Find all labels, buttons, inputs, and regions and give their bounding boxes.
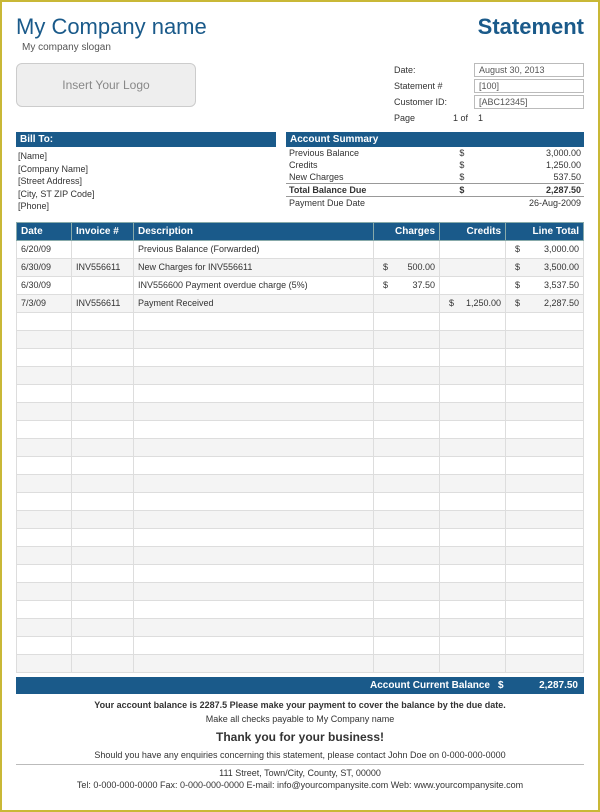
company-slogan: My company slogan: [22, 42, 207, 53]
col-credits: Credits: [440, 222, 506, 240]
balance-currency: $: [498, 680, 510, 691]
table-row-empty: [17, 384, 584, 402]
col-date: Date: [17, 222, 72, 240]
table-row-empty: [17, 312, 584, 330]
meta-date-label: Date:: [394, 65, 474, 75]
table-row-empty: [17, 420, 584, 438]
acct-total-row: Total Balance Due$2,287.50: [286, 184, 584, 197]
footer-bold-note: Your account balance is 2287.5 Please ma…: [16, 700, 584, 710]
table-row-empty: [17, 474, 584, 492]
table-row: 7/3/09INV556611Payment Received$1,250.00…: [17, 294, 584, 312]
meta-stmt-label: Statement #: [394, 81, 474, 91]
footer-address: 111 Street, Town/City, County, ST, 00000: [16, 764, 584, 778]
table-row-empty: [17, 438, 584, 456]
table-row-empty: [17, 636, 584, 654]
table-row-empty: [17, 582, 584, 600]
logo-placeholder[interactable]: Insert Your Logo: [16, 63, 196, 107]
balance-bar: Account Current Balance $ 2,287.50: [16, 677, 584, 694]
footer-contacts: Tel: 0-000-000-0000 Fax: 0-000-000-0000 …: [16, 780, 584, 790]
col-invoice: Invoice #: [72, 222, 134, 240]
table-row-empty: [17, 348, 584, 366]
billto-line: [Phone]: [18, 200, 274, 213]
balance-label: Account Current Balance: [370, 680, 490, 691]
meta-cust-value[interactable]: [ABC12345]: [474, 95, 584, 109]
table-row-empty: [17, 618, 584, 636]
meta-page-label: Page 1 of: [394, 113, 474, 123]
footer-enquiries: Should you have any enquiries concerning…: [16, 750, 584, 760]
table-row-empty: [17, 330, 584, 348]
company-name: My Company name: [16, 14, 207, 40]
footer-pay-to: Make all checks payable to My Company na…: [16, 714, 584, 724]
billto-line: [Name]: [18, 150, 274, 163]
table-row-empty: [17, 456, 584, 474]
table-row: 6/30/09INV556600 Payment overdue charge …: [17, 276, 584, 294]
col-linetotal: Line Total: [506, 222, 584, 240]
balance-value: 2,287.50: [518, 680, 578, 691]
billto-line: [Street Address]: [18, 175, 274, 188]
transactions-table: Date Invoice # Description Charges Credi…: [16, 222, 584, 673]
document-title: Statement: [394, 14, 584, 40]
account-summary-header: Account Summary: [286, 132, 584, 147]
acct-row: New Charges$537.50: [286, 171, 584, 184]
billto-line: [City, ST ZIP Code]: [18, 188, 274, 201]
meta-page-total: 1: [474, 113, 483, 123]
meta-date-value[interactable]: August 30, 2013: [474, 63, 584, 77]
table-row-empty: [17, 510, 584, 528]
table-row-empty: [17, 492, 584, 510]
table-row-empty: [17, 366, 584, 384]
billto-line: [Company Name]: [18, 163, 274, 176]
table-row-empty: [17, 528, 584, 546]
meta-stmt-value[interactable]: [100]: [474, 79, 584, 93]
footer-thanks: Thank you for your business!: [16, 730, 584, 744]
table-row-empty: [17, 600, 584, 618]
table-row: 6/20/09Previous Balance (Forwarded)$3,00…: [17, 240, 584, 258]
col-charges: Charges: [374, 222, 440, 240]
meta-cust-label: Customer ID:: [394, 97, 474, 107]
table-row-empty: [17, 546, 584, 564]
acct-due-row: Payment Due Date26-Aug-2009: [286, 197, 584, 210]
billto-body: [Name] [Company Name] [Street Address] […: [16, 147, 276, 216]
table-row-empty: [17, 402, 584, 420]
table-row-empty: [17, 564, 584, 582]
table-row-empty: [17, 654, 584, 672]
acct-row: Previous Balance$3,000.00: [286, 147, 584, 159]
table-row: 6/30/09INV556611New Charges for INV55661…: [17, 258, 584, 276]
billto-header: Bill To:: [16, 132, 276, 147]
acct-row: Credits$1,250.00: [286, 159, 584, 171]
col-description: Description: [134, 222, 374, 240]
account-summary-table: Previous Balance$3,000.00 Credits$1,250.…: [286, 147, 584, 209]
